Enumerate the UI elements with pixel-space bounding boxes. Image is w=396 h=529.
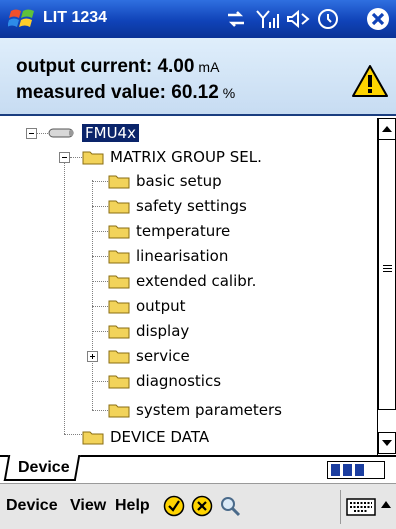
tree-item[interactable]: basic setup bbox=[108, 169, 222, 193]
folder-icon bbox=[108, 404, 130, 418]
cancel-icon[interactable] bbox=[191, 495, 213, 517]
folder-icon bbox=[108, 250, 130, 264]
tree-node-device-data[interactable]: DEVICE DATA bbox=[82, 425, 209, 449]
scroll-thumb[interactable] bbox=[378, 140, 396, 410]
connectivity-icon[interactable] bbox=[222, 6, 250, 32]
title-bar: LIT 1234 bbox=[0, 0, 396, 38]
volume-icon[interactable] bbox=[284, 6, 312, 32]
output-current-line: output current: 4.00 mA bbox=[16, 56, 219, 78]
folder-icon bbox=[108, 200, 130, 214]
output-current-value: 4.00 bbox=[157, 56, 195, 77]
tree-item-label: diagnostics bbox=[136, 372, 222, 390]
tree-node-matrix-label: MATRIX GROUP SEL. bbox=[110, 148, 262, 166]
activity-indicator bbox=[327, 461, 385, 479]
signal-icon[interactable] bbox=[254, 6, 282, 32]
tree-view[interactable]: FMU4x MATRIX GROUP SEL. basic setup safe… bbox=[0, 118, 377, 455]
tree-item[interactable]: system parameters bbox=[108, 398, 282, 422]
tree-item[interactable]: service bbox=[108, 344, 190, 368]
folder-icon bbox=[82, 151, 104, 165]
service-expand-toggle[interactable] bbox=[87, 351, 98, 362]
search-icon[interactable] bbox=[219, 495, 241, 517]
arrow-down-icon bbox=[382, 440, 392, 446]
menu-bar: Device View Help bbox=[0, 483, 396, 529]
windows-flag-icon[interactable] bbox=[8, 5, 38, 33]
tree-item[interactable]: linearisation bbox=[108, 244, 228, 268]
folder-icon bbox=[108, 175, 130, 189]
tree-node-matrix-group[interactable]: MATRIX GROUP SEL. bbox=[82, 145, 262, 169]
root-collapse-toggle[interactable] bbox=[26, 128, 37, 139]
warning-icon[interactable] bbox=[351, 64, 389, 98]
tree-item[interactable]: extended calibr. bbox=[108, 269, 256, 293]
tree-item[interactable]: display bbox=[108, 319, 189, 343]
folder-icon bbox=[108, 300, 130, 314]
clock-icon[interactable] bbox=[314, 6, 342, 32]
vertical-scrollbar[interactable] bbox=[377, 118, 396, 455]
tree-item-label: linearisation bbox=[136, 247, 229, 265]
arrow-up-icon bbox=[382, 126, 392, 132]
tree-item-label: basic setup bbox=[136, 172, 222, 190]
tree-item[interactable]: output bbox=[108, 294, 185, 318]
tree-item-label: service bbox=[136, 347, 190, 365]
tree-item-label: output bbox=[136, 297, 186, 315]
scroll-up-button[interactable] bbox=[378, 118, 396, 140]
scroll-down-button[interactable] bbox=[378, 432, 396, 454]
tree-item[interactable]: safety settings bbox=[108, 194, 247, 218]
measured-value-unit: % bbox=[222, 85, 236, 101]
tree-item-label: safety settings bbox=[136, 197, 247, 215]
tree-item-label: temperature bbox=[136, 222, 231, 240]
folder-icon bbox=[108, 325, 130, 339]
tree-item-label: extended calibr. bbox=[136, 272, 257, 290]
tree-item-label: display bbox=[136, 322, 190, 340]
tab-strip: Device bbox=[0, 455, 396, 483]
tab-device-label: Device bbox=[18, 459, 70, 476]
keyboard-button[interactable] bbox=[340, 490, 378, 524]
device-icon bbox=[48, 128, 74, 138]
confirm-icon[interactable] bbox=[163, 495, 185, 517]
output-current-unit: mA bbox=[198, 59, 220, 75]
tree-item[interactable]: diagnostics bbox=[108, 369, 221, 393]
menu-device[interactable]: Device bbox=[6, 497, 58, 515]
folder-icon bbox=[108, 375, 130, 389]
matrix-collapse-toggle[interactable] bbox=[59, 152, 70, 163]
tree-item[interactable]: temperature bbox=[108, 219, 230, 243]
keyboard-icon bbox=[346, 498, 376, 516]
input-menu-arrow-icon[interactable] bbox=[379, 494, 393, 516]
close-icon[interactable] bbox=[364, 6, 392, 32]
tree-node-root-label: FMU4x bbox=[82, 124, 139, 142]
window-title: LIT 1234 bbox=[43, 9, 108, 26]
tree-node-root[interactable]: FMU4x bbox=[48, 121, 139, 145]
folder-icon bbox=[108, 275, 130, 289]
tree-node-device-data-label: DEVICE DATA bbox=[110, 428, 210, 446]
folder-icon bbox=[82, 431, 104, 445]
menu-help[interactable]: Help bbox=[115, 497, 150, 515]
output-current-label: output current: bbox=[16, 56, 153, 77]
measured-value-line: measured value: 60.12% bbox=[16, 82, 235, 104]
tree-item-label: system parameters bbox=[136, 401, 283, 419]
measured-value-label: measured value: bbox=[16, 82, 166, 103]
folder-icon bbox=[108, 350, 130, 364]
folder-icon bbox=[108, 225, 130, 239]
measured-value-value: 60.12 bbox=[171, 82, 219, 103]
status-panel: output current: 4.00 mA measured value: 6… bbox=[0, 38, 396, 116]
menu-view[interactable]: View bbox=[70, 497, 106, 515]
